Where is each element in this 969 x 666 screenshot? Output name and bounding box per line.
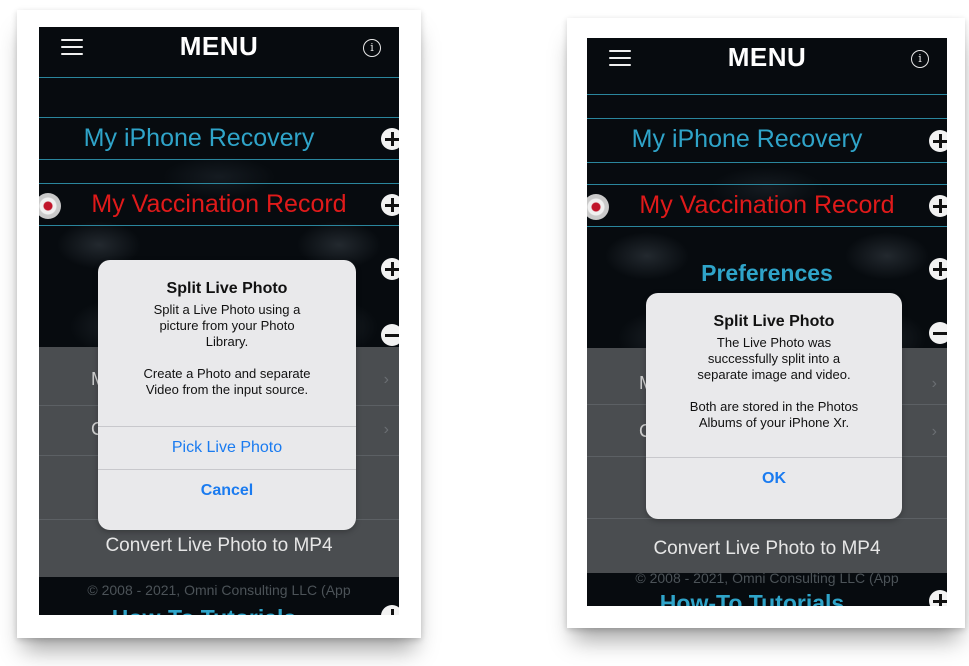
divider-line <box>587 226 947 227</box>
app-header: MENU i <box>587 38 947 82</box>
expand-plus-icon[interactable] <box>381 194 399 216</box>
left-phone-screen: MENU i My iPhone Recovery My Vaccination… <box>39 27 399 615</box>
cancel-button[interactable]: Cancel <box>98 469 356 512</box>
expand-plus-icon[interactable] <box>381 258 399 280</box>
divider-line <box>587 162 947 163</box>
ok-button[interactable]: OK <box>646 457 902 500</box>
copyright-text: © 2008 - 2021, Omni Consulting LLC (App <box>635 570 899 586</box>
divider-line <box>39 183 399 184</box>
divider-line <box>39 117 399 118</box>
dialog-message: The Live Photo was successfully split in… <box>689 335 859 430</box>
collapse-minus-icon[interactable] <box>929 322 947 344</box>
menu-row-vaccination[interactable]: My Vaccination Record <box>607 191 927 220</box>
menu-row-howto[interactable]: How-To Tutorials <box>587 590 917 606</box>
divider-line <box>39 77 399 78</box>
copyright-text: © 2008 - 2021, Omni Consulting LLC (App <box>87 582 351 598</box>
dialog-message: Split a Live Photo using a picture from … <box>143 302 311 397</box>
divider-line <box>39 225 399 226</box>
chevron-right-icon: › <box>383 421 389 438</box>
collapse-minus-icon[interactable] <box>381 324 399 346</box>
submenu-item-convert-mp4[interactable]: Convert Live Photo to MP4 <box>587 538 947 560</box>
chevron-right-icon: › <box>383 371 389 388</box>
right-screenshot-card: MENU i My iPhone Recovery My Vaccination… <box>567 18 965 628</box>
expand-plus-icon[interactable] <box>381 128 399 150</box>
menu-row-recovery[interactable]: My iPhone Recovery <box>39 124 359 153</box>
chevron-right-icon: › <box>931 375 937 392</box>
app-header: MENU i <box>39 27 399 71</box>
dialog-title: Split Live Photo <box>713 313 835 330</box>
menu-row-preferences[interactable]: Preferences <box>607 260 927 287</box>
alert-dialog: Split Live Photo The Live Photo was succ… <box>646 293 902 519</box>
expand-plus-icon[interactable] <box>929 258 947 280</box>
left-screenshot-card: MENU i My iPhone Recovery My Vaccination… <box>17 10 421 638</box>
divider-line <box>587 118 947 119</box>
divider-line <box>587 94 947 95</box>
dialog-title: Split Live Photo <box>166 280 288 297</box>
page-title: MENU <box>727 42 807 72</box>
alert-dialog: Split Live Photo Split a Live Photo usin… <box>98 260 356 530</box>
expand-plus-icon[interactable] <box>929 130 947 152</box>
right-phone-screen: MENU i My iPhone Recovery My Vaccination… <box>587 38 947 606</box>
pick-live-photo-button[interactable]: Pick Live Photo <box>98 426 356 469</box>
submenu-item-convert-mp4[interactable]: Convert Live Photo to MP4 <box>39 535 399 557</box>
divider-line <box>587 184 947 185</box>
info-icon[interactable]: i <box>363 39 381 57</box>
menu-row-vaccination[interactable]: My Vaccination Record <box>59 190 379 219</box>
expand-plus-icon[interactable] <box>929 195 947 217</box>
menu-row-howto[interactable]: How-To Tutorials <box>39 605 369 615</box>
page-title: MENU <box>179 31 259 61</box>
expand-plus-icon[interactable] <box>929 590 947 606</box>
divider-line <box>39 159 399 160</box>
info-icon[interactable]: i <box>911 50 929 68</box>
chevron-right-icon: › <box>931 423 937 440</box>
menu-row-recovery[interactable]: My iPhone Recovery <box>587 125 907 154</box>
